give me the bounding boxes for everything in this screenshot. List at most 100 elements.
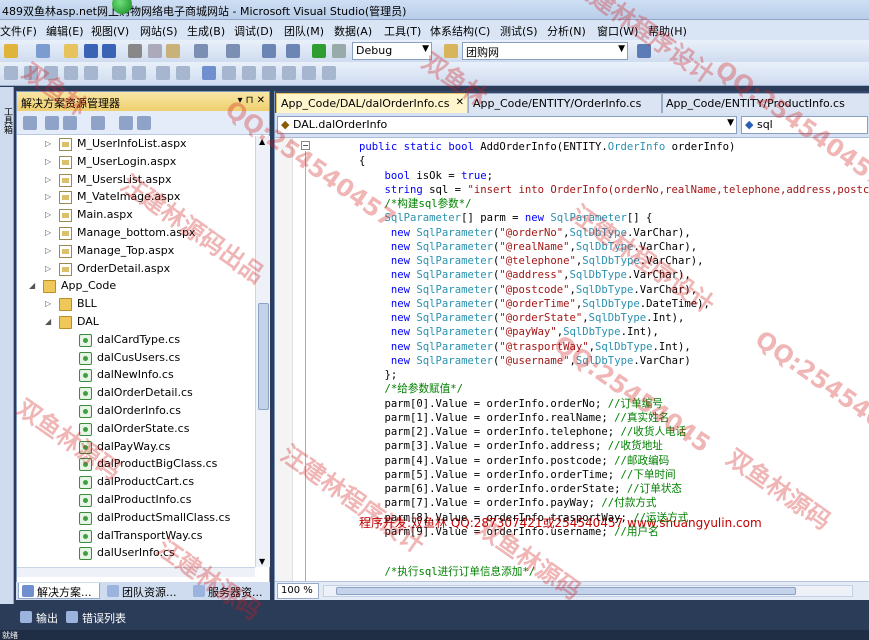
menu-help[interactable]: 帮助(H) [648, 23, 687, 39]
tree-item[interactable]: ▷ M_UsersList.aspx [45, 172, 255, 189]
tab-output[interactable]: 输出 [18, 609, 58, 625]
attach-icon[interactable] [332, 44, 346, 58]
expand-arrow-icon[interactable]: ▷ [45, 264, 51, 273]
collapse-arrow-icon[interactable]: ◢ [29, 281, 35, 290]
menu-file[interactable]: 文件(F) [0, 23, 37, 39]
tree-item[interactable]: ▷ OrderDetail.aspx [45, 261, 255, 278]
expand-arrow-icon[interactable]: ▷ [45, 299, 51, 308]
expand-arrow-icon[interactable]: ▷ [45, 157, 51, 166]
bookmark-next-icon[interactable] [242, 66, 256, 80]
tree-item[interactable]: ▷ M_VateImage.aspx [45, 189, 255, 206]
menu-test[interactable]: 测试(S) [500, 23, 538, 39]
navigate-forward-icon[interactable] [286, 44, 300, 58]
collapse-arrow-icon[interactable]: ◢ [45, 317, 51, 326]
outdent-icon[interactable] [132, 66, 146, 80]
format-icon[interactable] [24, 66, 38, 80]
expand-arrow-icon[interactable]: ▷ [45, 192, 51, 201]
menu-website[interactable]: 网站(S) [140, 23, 178, 39]
collapse-icon[interactable]: − [301, 141, 310, 150]
member-dropdown[interactable]: ◆ sql [741, 116, 868, 134]
bookmark-folder-icon[interactable] [282, 66, 296, 80]
view-code-icon[interactable] [91, 116, 105, 130]
new-project-icon[interactable] [4, 44, 18, 58]
tree-item[interactable]: ▷ BLL [45, 296, 255, 313]
find-combo[interactable]: 团购网 ▼ [462, 42, 628, 60]
tab-server-explorer[interactable]: 服务器资... [190, 583, 270, 599]
find-in-files-icon[interactable] [444, 44, 458, 58]
menu-team[interactable]: 团队(M) [284, 23, 324, 39]
tree-item[interactable]: dalOrderState.cs [65, 421, 255, 438]
font-size-icon[interactable] [64, 66, 78, 80]
menu-analyze[interactable]: 分析(N) [547, 23, 586, 39]
bookmark-toggle-icon[interactable] [322, 66, 336, 80]
show-all-files-icon[interactable] [45, 116, 59, 130]
scroll-up-icon[interactable]: ▲ [259, 137, 265, 146]
comment-icon[interactable] [156, 66, 170, 80]
tab-dalorderinfo[interactable]: App_Code/DAL/dalOrderInfo.cs ✕ [276, 93, 468, 113]
bookmark-previous-icon[interactable] [222, 66, 236, 80]
tree-item[interactable]: dalOrderDetail.cs [65, 385, 255, 402]
navigate-backward-icon[interactable] [262, 44, 276, 58]
tree-item[interactable]: dalOrderInfo.cs [65, 403, 255, 420]
tree-item[interactable]: dalProductCart.cs [65, 474, 255, 491]
tree-item[interactable]: ◢ App_Code [29, 278, 255, 295]
expand-arrow-icon[interactable]: ▷ [45, 210, 51, 219]
view-designer-icon[interactable] [119, 116, 133, 130]
tree-item[interactable]: dalProductBigClass.cs [65, 456, 255, 473]
toolbox-strip[interactable]: 工具箱 [0, 87, 14, 607]
scroll-down-icon[interactable]: ▼ [259, 557, 265, 566]
tab-error-list[interactable]: 错误列表 [64, 609, 126, 625]
bookmark-clear-icon[interactable] [302, 66, 316, 80]
tab-productinfo-entity[interactable]: App_Code/ENTITY/ProductInfo.cs [662, 93, 869, 113]
tree-item[interactable]: ▷ M_UserLogin.aspx [45, 154, 255, 171]
bookmark-icon[interactable] [202, 66, 216, 80]
class-dropdown[interactable]: ◆ DAL.dalOrderInfo ▼ [277, 116, 737, 134]
tree-item[interactable]: dalTransportWay.cs [65, 528, 255, 545]
zoom-select[interactable]: 100 % [277, 583, 319, 599]
menu-data[interactable]: 数据(A) [334, 23, 372, 39]
expand-arrow-icon[interactable]: ▷ [45, 175, 51, 184]
close-icon[interactable]: ✕ [456, 97, 464, 108]
undo-icon[interactable] [194, 44, 208, 58]
solution-explorer-icon[interactable] [637, 44, 651, 58]
copy-icon[interactable] [148, 44, 162, 58]
editor-horizontal-scrollbar[interactable] [323, 585, 853, 597]
font-size-icon[interactable] [44, 66, 58, 80]
tree-item[interactable]: ◢ DAL [45, 314, 255, 331]
tree-item[interactable]: ▷ Manage_bottom.aspx [45, 225, 255, 242]
properties-icon[interactable] [23, 116, 37, 130]
cut-icon[interactable] [128, 44, 142, 58]
format-icon[interactable] [84, 66, 98, 80]
tree-horizontal-scrollbar[interactable] [17, 567, 255, 577]
scroll-thumb[interactable] [258, 303, 269, 410]
refresh-icon[interactable] [63, 116, 77, 130]
uncomment-icon[interactable] [176, 66, 190, 80]
format-icon[interactable] [4, 66, 18, 80]
tree-scrollbar[interactable]: ▲ ▼ [255, 136, 270, 567]
save-icon[interactable] [84, 44, 98, 58]
expand-arrow-icon[interactable]: ▷ [45, 228, 51, 237]
tree-item[interactable]: dalPayWay.cs [65, 439, 255, 456]
menu-debug[interactable]: 调试(D) [234, 23, 273, 39]
web-config-icon[interactable] [137, 116, 151, 130]
indent-icon[interactable] [112, 66, 126, 80]
redo-icon[interactable] [226, 44, 240, 58]
tab-orderinfo-entity[interactable]: App_Code/ENTITY/OrderInfo.cs [468, 93, 662, 113]
tab-solution-explorer[interactable]: 解决方案... [18, 583, 100, 599]
open-file-icon[interactable] [64, 44, 78, 58]
expand-arrow-icon[interactable]: ▷ [45, 139, 51, 148]
menu-build[interactable]: 生成(B) [187, 23, 225, 39]
tree-item[interactable]: dalCardType.cs [65, 332, 255, 349]
tree-item[interactable]: dalProductSmallClass.cs [65, 510, 255, 527]
tree-item[interactable]: dalNewInfo.cs [65, 367, 255, 384]
start-debugging-icon[interactable] [312, 44, 326, 58]
solution-configuration-select[interactable]: Debug ▼ [352, 42, 432, 60]
tree-item[interactable]: dalUserInfo.cs [65, 545, 255, 562]
menu-window[interactable]: 窗口(W) [597, 23, 638, 39]
tree-item[interactable]: dalCusUsers.cs [65, 350, 255, 367]
expand-arrow-icon[interactable]: ▷ [45, 246, 51, 255]
bookmark-folder-icon[interactable] [262, 66, 276, 80]
tree-item[interactable]: ▷ M_UserInfoList.aspx [45, 136, 255, 153]
tree-item[interactable]: ▷ Manage_Top.aspx [45, 243, 255, 260]
menu-view[interactable]: 视图(V) [91, 23, 129, 39]
